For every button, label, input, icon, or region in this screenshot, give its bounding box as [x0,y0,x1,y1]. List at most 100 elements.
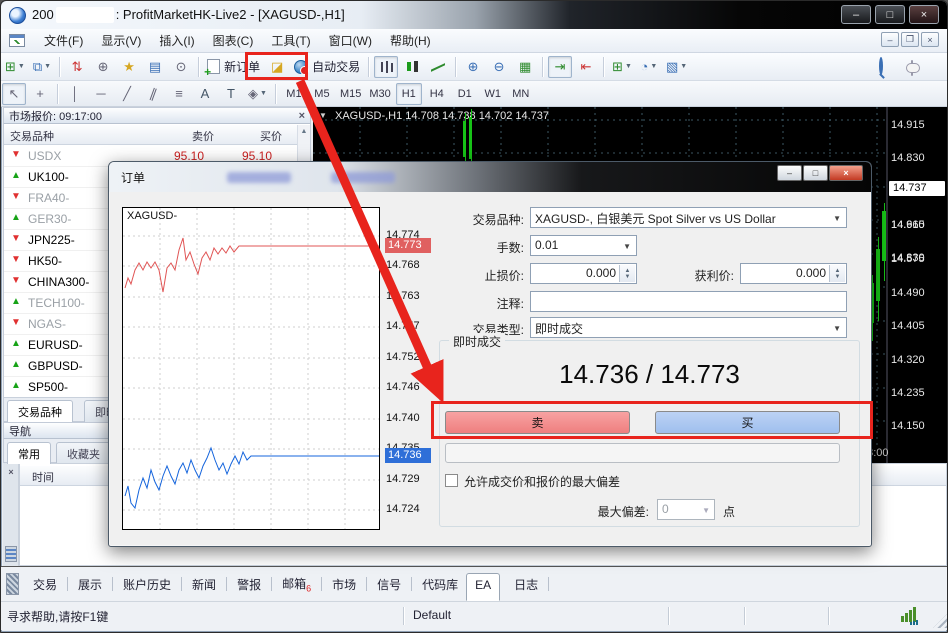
drawing-toolbar: ↖ + │ ─ ╱ ∥ ≡ A T ◈▼ M1 M5 M15 M30 H1 H4… [1,81,948,107]
order-dialog-titlebar[interactable]: 订单 [109,162,871,192]
tab-common[interactable]: 常用 [7,442,51,464]
cursor-tool-button[interactable]: ↖ [2,83,26,105]
arrows-tool-button[interactable]: ◈▼ [245,83,270,105]
resize-grip[interactable] [933,614,947,628]
take-profit-input[interactable]: 0.000 ▲▼ [740,263,847,284]
stop-loss-input[interactable]: 0.000 ▲▼ [530,263,637,284]
auto-scroll-button[interactable]: ⇥ [548,56,572,78]
trendline-tool-button[interactable]: ╱ [115,83,139,105]
status-profile[interactable]: Default [413,608,451,622]
mdi-close-button[interactable]: × [921,32,939,47]
menu-charts[interactable]: 图表(C) [204,29,263,52]
dialog-close-button[interactable]: × [829,165,863,181]
order-dialog-title: 订单 [121,169,145,186]
chat-icon[interactable] [911,61,913,75]
order-type-select[interactable]: 即时成交 [530,317,847,338]
tab-alerts[interactable]: 警报 [229,572,269,597]
deviation-checkbox[interactable] [445,474,458,487]
scroll-up-icon[interactable]: ▲ [299,126,309,138]
take-profit-spinner[interactable]: ▲▼ [829,265,845,282]
close-button[interactable]: × [909,5,939,24]
text-tool-button[interactable]: A [193,83,217,105]
buy-button[interactable]: 买 [655,411,840,434]
tile-windows-button[interactable]: ▦ [513,56,537,78]
chart-expander-icon[interactable]: ▼ [319,111,327,120]
tab-code-base[interactable]: 代码库 [414,572,466,597]
tab-journal[interactable]: 日志 [506,572,546,597]
chart-shift-button[interactable]: ⇤ [574,56,598,78]
timeframe-m15-button[interactable]: M15 [337,83,364,105]
tab-ea[interactable]: EA [466,573,500,601]
templates-button[interactable]: ▧▼ [663,56,690,78]
profit-logo-icon [9,7,26,24]
timeframe-m5-button[interactable]: M5 [309,83,335,105]
zoom-out-button[interactable]: ⊖ [487,56,511,78]
minimize-button[interactable]: – [841,5,871,24]
metaeditor-button[interactable]: ◪ [265,56,289,78]
menu-view[interactable]: 显示(V) [92,29,150,52]
bar-chart-button[interactable] [374,56,398,78]
menu-window[interactable]: 窗口(W) [320,29,381,52]
dialog-maximize-button[interactable]: □ [803,165,828,181]
tab-signals[interactable]: 信号 [369,572,409,597]
tick-scale-label: 14.740 [386,412,430,424]
up-arrow-icon [11,338,21,349]
market-watch-close-icon[interactable]: × [299,110,305,122]
tick-scale-label: 14.752 [386,351,430,363]
tab-exposure[interactable]: 展示 [70,572,110,597]
mdi-restore-button[interactable]: ❐ [901,32,919,47]
max-deviation-select[interactable]: 0 [657,499,715,520]
timeframe-h4-button[interactable]: H4 [424,83,450,105]
vertical-line-tool-button[interactable]: │ [63,83,87,105]
new-chart-button[interactable]: ⊞▼ [2,56,28,78]
candlestick-chart-button[interactable] [400,56,424,78]
tick-chart-button[interactable]: ⇅ [65,56,89,78]
zoom-in-button[interactable]: ⊕ [461,56,485,78]
timeframe-w1-button[interactable]: W1 [480,83,506,105]
auto-trading-button[interactable]: 自动交易 [291,56,363,78]
terminal-close-icon[interactable]: × [5,466,17,478]
crosshair-tool-button[interactable]: + [28,83,52,105]
menu-file[interactable]: 文件(F) [35,29,92,52]
deviation-checkbox-label[interactable]: 允许成交价和报价的最大偏差 [464,473,620,490]
menu-insert[interactable]: 插入(I) [150,29,203,52]
favorites-folder-button[interactable]: ★ [117,56,141,78]
indicators-button[interactable]: ⊞▼ [609,56,635,78]
periods-button[interactable]: ◔▼ [637,56,661,78]
sell-button[interactable]: 卖 [445,411,630,434]
profiles-button[interactable]: ⧉▼ [30,56,54,78]
tab-news[interactable]: 新闻 [184,572,224,597]
up-arrow-icon [11,380,21,391]
tab-favorites[interactable]: 收藏夹 [56,442,111,464]
menu-help[interactable]: 帮助(H) [381,29,440,52]
timeframe-d1-button[interactable]: D1 [452,83,478,105]
search-icon[interactable] [879,59,883,73]
text-label-tool-button[interactable]: T [219,83,243,105]
volume-select[interactable]: 0.01 [530,235,637,256]
tab-trade[interactable]: 交易 [25,572,65,597]
dialog-minimize-button[interactable]: – [777,165,802,181]
tab-account-history[interactable]: 账户历史 [115,572,179,597]
timeframe-mn-button[interactable]: MN [508,83,534,105]
line-chart-button[interactable] [426,56,450,78]
tab-market[interactable]: 市场 [324,572,364,597]
horizontal-line-tool-button[interactable]: ─ [89,83,113,105]
mdi-minimize-button[interactable]: – [881,32,899,47]
new-order-button[interactable]: 新订单 [204,56,263,78]
data-window-button[interactable]: ⊙ [169,56,193,78]
market-watch-button[interactable]: ▤ [143,56,167,78]
crosshair-target-button[interactable]: ⊕ [91,56,115,78]
timeframe-h1-button[interactable]: H1 [396,83,422,105]
symbol-select[interactable]: XAGUSD-, 白银美元 Spot Silver vs US Dollar [530,207,847,228]
stop-loss-spinner[interactable]: ▲▼ [619,265,635,282]
channel-tool-button[interactable]: ∥ [141,83,165,105]
comment-input[interactable] [530,291,847,312]
timeframe-m30-button[interactable]: M30 [366,83,393,105]
comment-label: 注释: [439,295,524,312]
maximize-button[interactable]: □ [875,5,905,24]
timeframe-m1-button[interactable]: M1 [281,83,307,105]
tab-mailbox[interactable]: 邮箱6 [274,571,319,597]
fibonacci-tool-button[interactable]: ≡ [167,83,191,105]
menu-tools[interactable]: 工具(T) [262,29,319,52]
tab-symbols[interactable]: 交易品种 [7,400,73,422]
